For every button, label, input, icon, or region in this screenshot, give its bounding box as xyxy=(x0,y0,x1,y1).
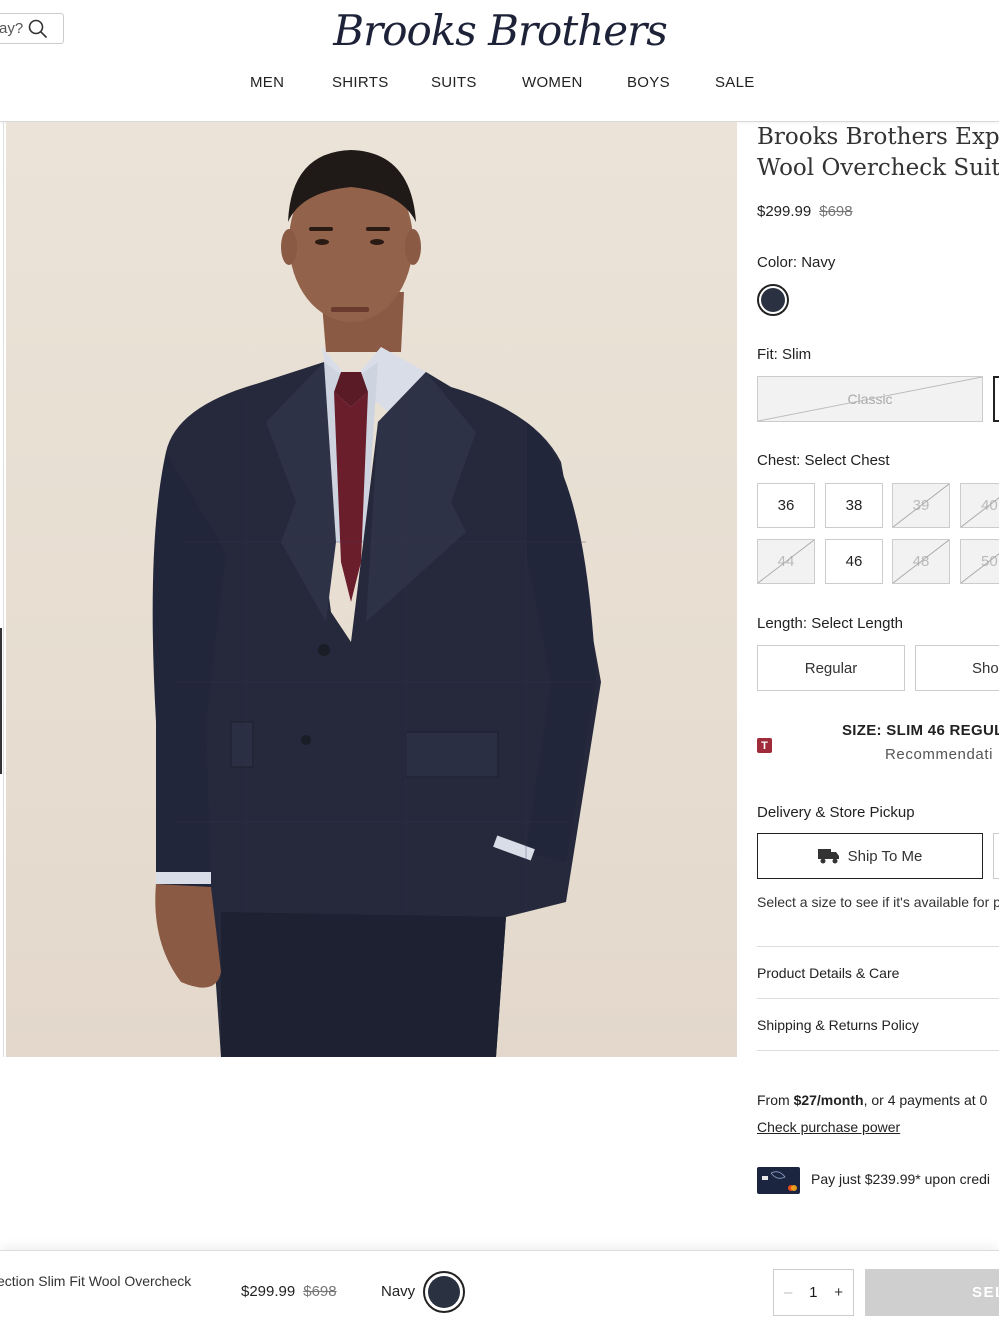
quantity-stepper: – 1 + xyxy=(773,1269,854,1316)
chest-size-label: 46 xyxy=(845,553,863,570)
chest-value: Select Chest xyxy=(804,452,890,469)
chest-size-label: 36 xyxy=(777,497,795,514)
chest-label-row: Chest: Select Chest xyxy=(757,452,890,469)
chest-label: Chest: xyxy=(757,452,801,469)
accordion-label: Product Details & Care xyxy=(757,964,900,981)
credit-card-art xyxy=(762,1171,797,1191)
fit-label: Fit: xyxy=(757,346,778,363)
length-option-short[interactable]: Shor xyxy=(915,645,999,691)
nav-men[interactable]: MEN xyxy=(250,74,284,91)
card-offer-text[interactable]: Pay just $239.99* upon credi xyxy=(811,1171,990,1187)
finance-amount: $27/month xyxy=(793,1092,864,1108)
nav-sale[interactable]: SALE xyxy=(715,74,755,91)
product-title-line2: Wool Overcheck Suit Jac xyxy=(757,155,999,181)
sticky-product-title: ection Slim Fit Wool Overcheck xyxy=(0,1273,192,1289)
sticky-original-price: $698 xyxy=(303,1283,337,1300)
qty-value[interactable]: 1 xyxy=(809,1284,817,1301)
store-pickup-button[interactable] xyxy=(993,833,999,879)
sale-price: $299.99 xyxy=(757,203,812,220)
length-option-regular[interactable]: Regular xyxy=(757,645,905,691)
color-value: Navy xyxy=(801,254,836,271)
navy-swatch-fill xyxy=(761,288,785,312)
color-label-row: Color: Navy xyxy=(757,254,835,271)
accordion-product-details[interactable]: Product Details & Care xyxy=(757,946,999,998)
sticky-color-swatch[interactable] xyxy=(423,1271,465,1313)
fit-value: Slim xyxy=(782,346,812,363)
nav-women[interactable]: WOMEN xyxy=(522,74,583,91)
accordion-divider xyxy=(757,1050,999,1051)
thumbnail-active-indicator xyxy=(0,628,2,774)
search-icon[interactable] xyxy=(28,19,48,39)
accordion-label: Shipping & Returns Policy xyxy=(757,1016,919,1033)
finance-prefix: From xyxy=(757,1092,794,1108)
chest-size-44[interactable]: 44 xyxy=(757,539,815,584)
color-label: Color: xyxy=(757,254,798,271)
unavailable-slash-icon xyxy=(893,540,949,583)
sticky-price: $299.99 $698 xyxy=(241,1283,337,1300)
color-swatch-navy[interactable] xyxy=(757,284,789,316)
chest-size-39[interactable]: 39 xyxy=(892,483,950,528)
unavailable-slash-icon xyxy=(758,540,814,583)
navy-swatch-fill xyxy=(428,1276,460,1308)
unavailable-slash-icon xyxy=(961,497,999,527)
length-label: Length: xyxy=(757,615,808,632)
availability-text: Select a size to see if it's available f… xyxy=(757,894,999,910)
size-recommendation-subtitle[interactable]: Recommendati xyxy=(885,746,993,763)
chest-size-38[interactable]: 38 xyxy=(825,483,883,528)
length-option-label: Regular xyxy=(804,659,858,677)
qty-increase-button[interactable]: + xyxy=(834,1284,843,1301)
thumbnail-strip[interactable] xyxy=(0,122,4,1057)
fit-option-slim[interactable] xyxy=(993,376,999,422)
nav-shirts[interactable]: SHIRTS xyxy=(332,74,389,91)
credit-card-icon xyxy=(757,1167,800,1194)
nav-boys[interactable]: BOYS xyxy=(627,74,670,91)
search-box[interactable]: ay? xyxy=(0,13,64,44)
sticky-color-label: Navy xyxy=(381,1283,416,1300)
chest-size-40[interactable]: 40 xyxy=(960,483,999,528)
chest-size-36[interactable]: 36 xyxy=(757,483,815,528)
nav-suits[interactable]: SUITS xyxy=(431,74,477,91)
length-value: Select Length xyxy=(811,615,903,632)
product-image[interactable] xyxy=(6,122,737,1057)
chest-size-50[interactable]: 50 xyxy=(960,539,999,584)
truck-icon xyxy=(817,849,839,864)
select-size-button[interactable]: SEL xyxy=(865,1269,999,1316)
delivery-label: Delivery & Store Pickup xyxy=(757,804,915,821)
model-in-suit-illustration xyxy=(152,150,601,1057)
product-title-line1: Brooks Brothers Explore xyxy=(757,124,999,150)
main-nav: MEN SHIRTS SUITS WOMEN BOYS SALE xyxy=(0,74,999,96)
fit-label-row: Fit: Slim xyxy=(757,346,811,363)
check-purchase-power-link[interactable]: Check purchase power xyxy=(757,1119,900,1135)
product-title: Brooks Brothers Explore Wool Overcheck S… xyxy=(757,122,999,184)
length-label-row: Length: Select Length xyxy=(757,615,903,632)
unavailable-slash-icon xyxy=(893,484,949,527)
finance-suffix: , or 4 payments at 0 xyxy=(863,1092,988,1108)
size-recommendation-title[interactable]: SIZE: SLIM 46 REGUL xyxy=(842,722,999,739)
ship-to-me-label: Ship To Me xyxy=(847,847,923,865)
unavailable-slash-icon xyxy=(758,377,982,421)
length-option-label: Shor xyxy=(972,659,999,677)
unavailable-slash-icon xyxy=(961,553,999,583)
chest-size-46[interactable]: 46 xyxy=(825,539,883,584)
qty-decrease-button[interactable]: – xyxy=(784,1284,792,1301)
search-placeholder: ay? xyxy=(0,20,24,37)
site-header: ay? Brooks Brothers MEN SHIRTS SUITS WOM… xyxy=(0,0,999,122)
size-rec-badge-icon: T xyxy=(757,738,772,753)
financing-text: From $27/month, or 4 payments at 0 xyxy=(757,1092,987,1108)
sticky-add-to-bag-bar: ection Slim Fit Wool Overcheck $299.99 $6… xyxy=(0,1250,999,1333)
fit-option-classic[interactable]: Classic xyxy=(757,376,983,422)
ship-to-me-button[interactable]: Ship To Me xyxy=(757,833,983,879)
sticky-sale-price: $299.99 xyxy=(241,1283,296,1300)
chest-size-48[interactable]: 48 xyxy=(892,539,950,584)
brand-logo[interactable]: Brooks Brothers xyxy=(333,2,668,58)
product-price: $299.99 $698 xyxy=(757,203,853,220)
original-price: $698 xyxy=(819,203,853,220)
chest-size-label: 38 xyxy=(845,497,863,514)
accordion-shipping-returns[interactable]: Shipping & Returns Policy xyxy=(757,998,999,1050)
